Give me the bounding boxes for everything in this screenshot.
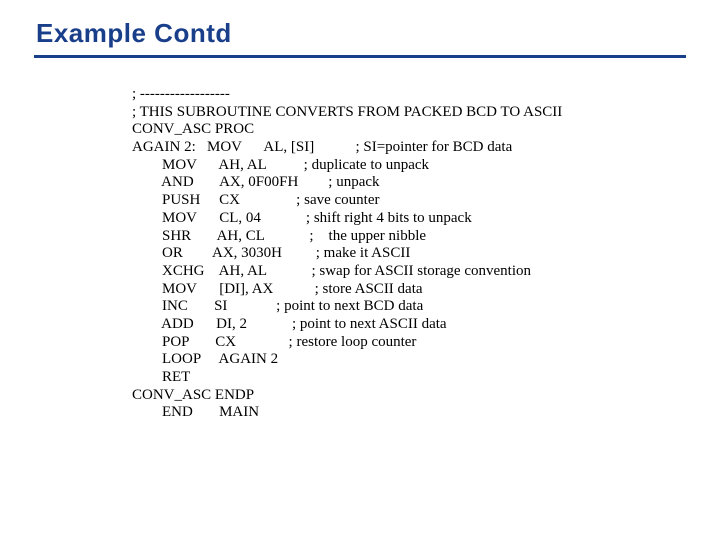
code-line: LOOP AGAIN 2 [132,351,278,367]
code-line: OR AX, 3030H ; make it ASCII [132,245,410,261]
code-block: ; ------------------ ; THIS SUBROUTINE C… [132,86,686,422]
code-line: CONV_ASC ENDP [132,387,254,403]
code-line: MOV [DI], AX ; store ASCII data [132,281,423,297]
code-line: XCHG AH, AL ; swap for ASCII storage con… [132,263,531,279]
code-line: MOV CL, 04 ; shift right 4 bits to unpac… [132,210,472,226]
code-line: INC SI ; point to next BCD data [132,298,423,314]
code-line: AND AX, 0F00FH ; unpack [132,174,380,190]
slide: Example Contd ; ------------------ ; THI… [0,0,720,540]
title-rule [34,55,686,58]
code-line: SHR AH, CL ; the upper nibble [132,228,426,244]
code-line: AGAIN 2: MOV AL, [SI] ; SI=pointer for B… [132,139,512,155]
code-line: RET [132,369,190,385]
code-line: ; ------------------ [132,86,230,102]
code-line: PUSH CX ; save counter [132,192,380,208]
code-line: END MAIN [132,404,259,420]
code-line: CONV_ASC PROC [132,121,254,137]
code-line: POP CX ; restore loop counter [132,334,416,350]
page-title: Example Contd [36,18,686,49]
code-line: ADD DI, 2 ; point to next ASCII data [132,316,447,332]
code-line: MOV AH, AL ; duplicate to unpack [132,157,429,173]
code-line: ; THIS SUBROUTINE CONVERTS FROM PACKED B… [132,104,562,120]
